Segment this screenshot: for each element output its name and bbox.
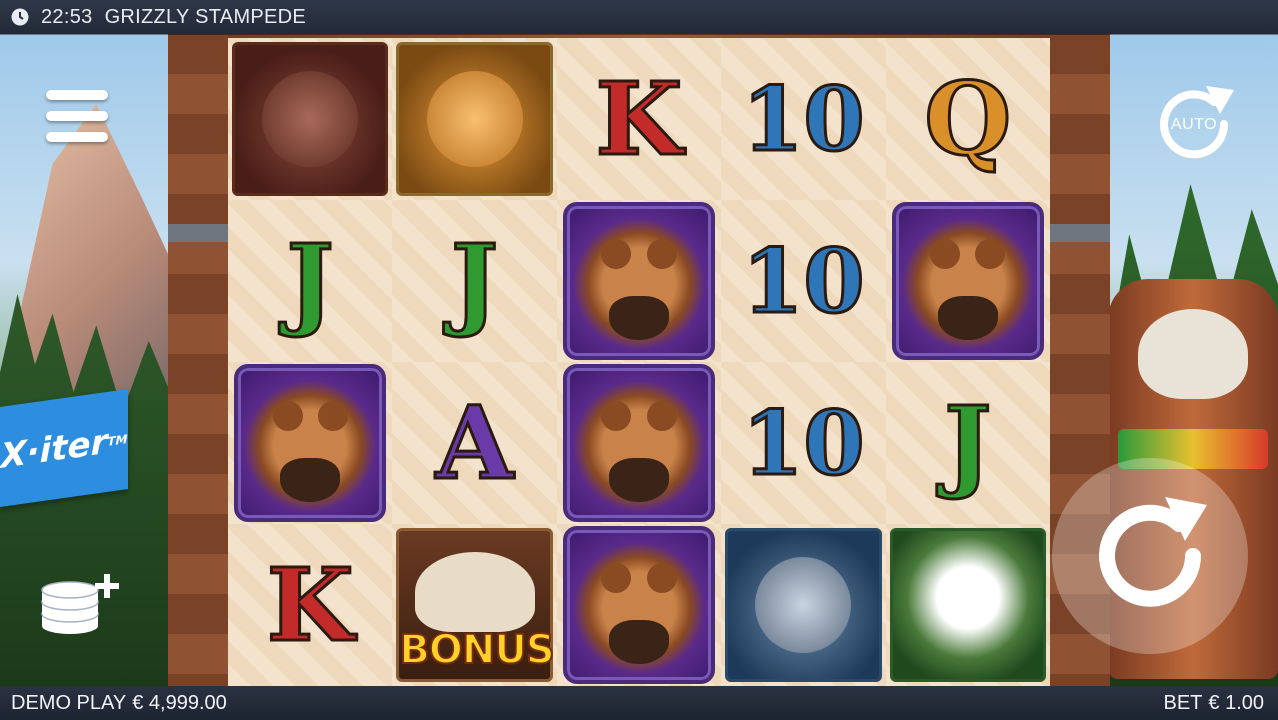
balance-display: DEMO PLAY € 4,999.00 [11,692,227,715]
bet-value: € 1.00 [1208,691,1264,714]
letter-q: Q [923,60,1013,178]
menu-button[interactable] [46,90,108,142]
symbol-j: J [392,200,557,362]
spin-button[interactable] [1052,458,1248,654]
moose-icon [262,71,359,167]
autoplay-button[interactable]: AUTO [1150,80,1238,168]
eagle-icon [889,528,1046,682]
cougar-symbol [396,42,553,196]
coins-plus-icon[interactable] [40,570,124,636]
letter-k: K [594,60,684,178]
symbol-k: K [228,524,393,686]
grizzly-bear-icon [891,202,1044,360]
symbol-eagle [885,524,1050,686]
demo-play-label: DEMO PLAY [11,691,127,714]
symbol-k: K [556,38,722,200]
balance-value: € 4,999.00 [132,691,227,714]
symbol-ten: 10 [721,362,886,524]
autoplay-label: AUTO [1170,116,1218,133]
symbol-bonus: BONUS [392,524,557,686]
letter-ten: 10 [741,391,866,495]
letter-j: J [943,384,993,502]
clock-time: 22:53 [41,5,93,28]
skull-icon [414,551,535,632]
top-bar: 22:53 GRIZZLY STAMPEDE [0,0,1278,34]
symbol-grizzly-bear [556,524,722,686]
symbol-a: A [392,362,557,524]
xiter-button[interactable]: X·iter TM [0,389,128,507]
spin-icon [1099,497,1207,607]
symbol-ten: 10 [721,200,886,362]
wolf-symbol [725,528,882,682]
moose-symbol [232,42,389,196]
symbol-cougar [392,38,557,200]
symbol-grizzly-bear [885,200,1050,362]
letter-ten: 10 [741,67,866,171]
carved-pillar-left [168,34,228,686]
letter-a: A [434,384,515,502]
grizzly-bear-icon [562,364,716,522]
grizzly-bear-icon [562,202,716,360]
grizzly-bear-icon [234,364,387,522]
symbol-wolf [721,524,886,686]
symbol-j: J [885,362,1050,524]
bottom-bar: DEMO PLAY € 4,999.00 BET € 1.00 [0,686,1278,720]
letter-k: K [265,546,355,664]
symbol-moose [228,38,393,200]
letter-j: J [449,222,499,340]
totem-skull [1138,309,1248,399]
bonus-label: BONUS [398,626,555,674]
grizzly-bear-icon [562,526,716,684]
symbol-j: J [228,200,393,362]
reel-grid: J K J A BONUS K 10 10 10 Q J [228,38,1050,686]
hamburger-icon [46,90,108,100]
clock-icon [11,8,29,26]
bet-label: BET [1163,691,1203,714]
bonus-symbol: BONUS [396,528,556,682]
letter-j: J [285,222,335,340]
bet-display[interactable]: BET € 1.00 [1163,692,1264,715]
wolf-icon [755,557,852,653]
symbol-q: Q [885,38,1050,200]
xiter-tm: TM [107,432,128,449]
xiter-logo: X·iter [0,421,108,477]
game-title: GRIZZLY STAMPEDE [104,5,307,28]
symbol-grizzly-bear [556,362,722,524]
letter-ten: 10 [741,229,866,333]
symbol-ten: 10 [721,38,886,200]
symbol-grizzly-bear [228,362,393,524]
cougar-icon [426,71,523,167]
symbol-grizzly-bear [556,200,722,362]
